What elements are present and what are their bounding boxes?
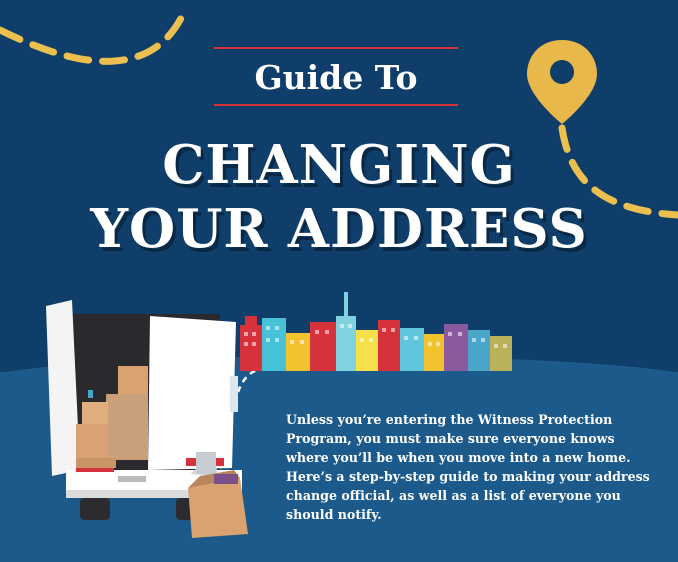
location-pin-icon — [527, 40, 597, 124]
page-title-line-1: CHANGING — [162, 134, 516, 196]
kicker-top-rule — [214, 47, 458, 49]
intro-paragraph: Unless you’re entering the Witness Prote… — [286, 412, 650, 522]
page-title: CHANGING YOUR ADDRESS — [0, 133, 678, 261]
kicker-title: Guide To — [254, 58, 418, 97]
kicker-bottom-rule — [214, 104, 458, 106]
cardboard-box-illustration — [188, 470, 248, 538]
infographic-header: Guide To CHANGING YOUR ADDRESS Unless yo… — [0, 0, 678, 562]
city-skyline-illustration — [240, 292, 512, 371]
dashed-path-top-left — [0, 6, 189, 65]
page-title-line-2: YOUR ADDRESS — [90, 198, 588, 260]
